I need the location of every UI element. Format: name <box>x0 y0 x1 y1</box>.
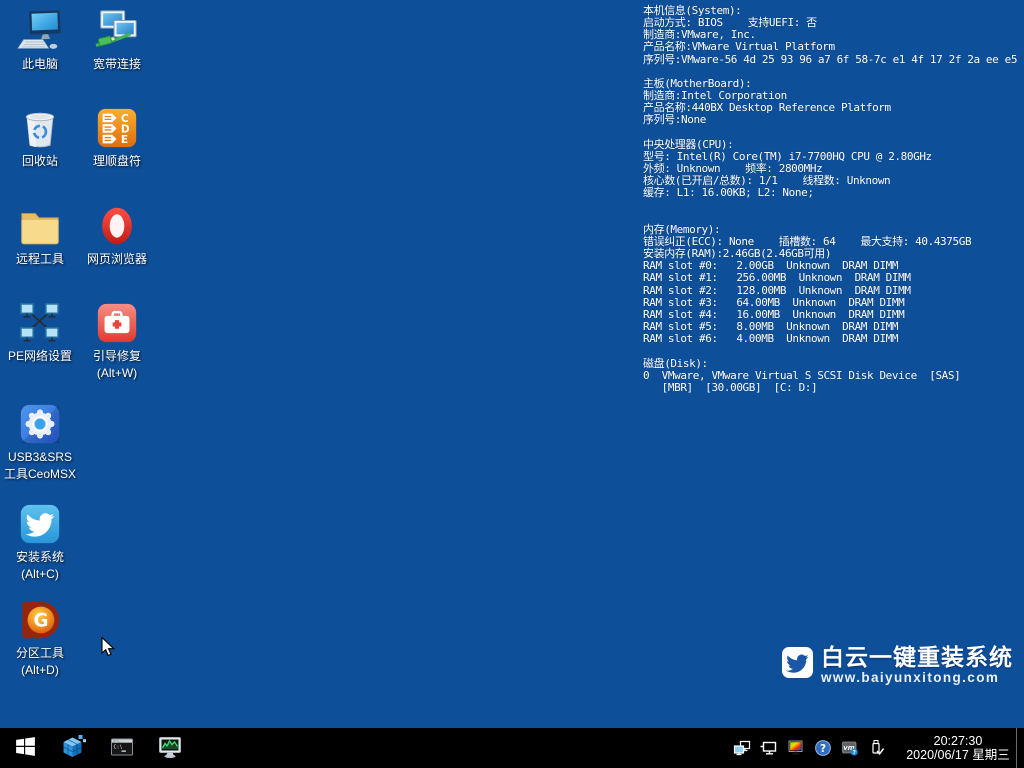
desktop-icon-label: 宽带连接 <box>93 56 141 73</box>
desktop-icon-install-system[interactable]: 安装系统 (Alt+C) <box>7 501 73 583</box>
taskbar-command-prompt-button[interactable]: C:\.. C:\ <box>98 728 146 768</box>
desktop-icon-recycle-bin[interactable]: 回收站 <box>7 105 73 170</box>
display-icon[interactable] <box>759 739 779 757</box>
taskbar-registry-editor-button[interactable] <box>50 728 98 768</box>
recycle-bin-icon <box>17 105 63 151</box>
desktop-icon-label: 理顺盘符 <box>93 153 141 170</box>
desktop-icon-label: 回收站 <box>22 153 58 170</box>
svg-text:?: ? <box>852 750 855 756</box>
taskbar: C:\.. C:\ <box>0 728 1024 768</box>
desktop-wallpaper: 本机信息(System): 启动方式: BIOS 支持UEFI: 否 制造商:V… <box>0 0 1024 728</box>
brand-url: www.baiyunxitong.com <box>821 670 1013 685</box>
mouse-cursor <box>101 637 117 664</box>
svg-text:E: E <box>121 134 128 146</box>
registry-cube-icon <box>61 734 87 763</box>
brand-watermark: 白云一键重装系统 www.baiyunxitong.com <box>782 644 1013 685</box>
desktop-icon-label-line2: (Alt+C) <box>21 566 59 583</box>
desktop-icon-label-line2: (Alt+D) <box>21 662 59 679</box>
display-color-icon[interactable] <box>786 739 806 757</box>
desktop-icon-sort-drive-letters[interactable]: CDE 理顺盘符 <box>84 105 150 170</box>
desktop-icon-label: 分区工具 <box>16 645 64 662</box>
windows-logo-icon <box>13 734 38 762</box>
desktop-icon-web-browser[interactable]: 网页浏览器 <box>84 203 150 268</box>
desktop-icon-label: 引导修复 <box>93 348 141 365</box>
show-desktop-button[interactable] <box>1016 728 1024 768</box>
desktop-icon-label-line2: (Alt+W) <box>97 365 137 382</box>
desktop-icon-boot-repair[interactable]: 引导修复 (Alt+W) <box>84 300 150 382</box>
clock-date: 2020/06/17 星期三 <box>904 748 1012 763</box>
safely-remove-usb-icon[interactable] <box>867 739 887 757</box>
desktop-icon-pe-network-settings[interactable]: PE网络设置 <box>7 300 73 365</box>
brand-title: 白云一键重装系统 <box>821 644 1013 670</box>
desktop-icon-usb3-srs-tool[interactable]: USB3&SRS 工具CeoMSX <box>7 401 73 483</box>
desktop-icon-label: USB3&SRS <box>8 449 72 466</box>
desktop-icon-label-line2: 工具CeoMSX <box>4 466 76 483</box>
network-status-icon[interactable] <box>732 739 752 757</box>
start-button[interactable] <box>0 728 50 768</box>
taskbar-app-area: C:\.. C:\ <box>0 728 194 768</box>
clock-time: 20:27:30 <box>904 734 1012 749</box>
this-pc-icon <box>17 8 63 54</box>
sort-drive-letters-icon: CDE <box>94 105 140 151</box>
svg-text:?: ? <box>819 743 825 755</box>
help-icon[interactable]: ? <box>813 739 833 757</box>
folder-icon <box>17 203 63 249</box>
svg-text:C:\..: C:\.. <box>114 739 123 743</box>
desktop-icon-label: 此电脑 <box>22 56 58 73</box>
broadband-connection-icon <box>94 8 140 54</box>
first-aid-kit-icon <box>94 300 140 346</box>
desktop-icon-remote-tools[interactable]: 远程工具 <box>7 203 73 268</box>
system-tray: ? vm ? 20:27:30 2020/06/17 星期三 <box>728 728 1024 768</box>
svg-text:G: G <box>33 611 48 632</box>
command-prompt-icon: C:\.. C:\ <box>109 734 135 763</box>
diskgenius-icon: G <box>17 597 63 643</box>
network-diagram-icon <box>17 300 63 346</box>
bird-icon <box>17 501 63 547</box>
svg-text:C:\: C:\ <box>114 744 123 750</box>
desktop-icon-label: 网页浏览器 <box>87 251 147 268</box>
brand-bird-icon <box>782 647 813 678</box>
gear-swirl-icon <box>17 401 63 447</box>
system-info-text: 本机信息(System): 启动方式: BIOS 支持UEFI: 否 制造商:V… <box>643 5 1023 394</box>
desktop-icon-label: 安装系统 <box>16 549 64 566</box>
opera-browser-icon <box>94 203 140 249</box>
taskbar-clock[interactable]: 20:27:30 2020/06/17 星期三 <box>904 734 1012 763</box>
desktop-icon-label: 远程工具 <box>16 251 64 268</box>
desktop-icon-this-pc[interactable]: 此电脑 <box>7 8 73 73</box>
desktop-icon-broadband-connection[interactable]: 宽带连接 <box>84 8 150 73</box>
desktop-icon-label: PE网络设置 <box>8 348 72 365</box>
taskbar-resource-monitor-button[interactable] <box>146 728 194 768</box>
resource-monitor-icon <box>157 734 183 763</box>
vmware-tools-icon[interactable]: vm ? <box>840 739 860 757</box>
desktop-icon-partition-tool[interactable]: G 分区工具 (Alt+D) <box>7 597 73 679</box>
